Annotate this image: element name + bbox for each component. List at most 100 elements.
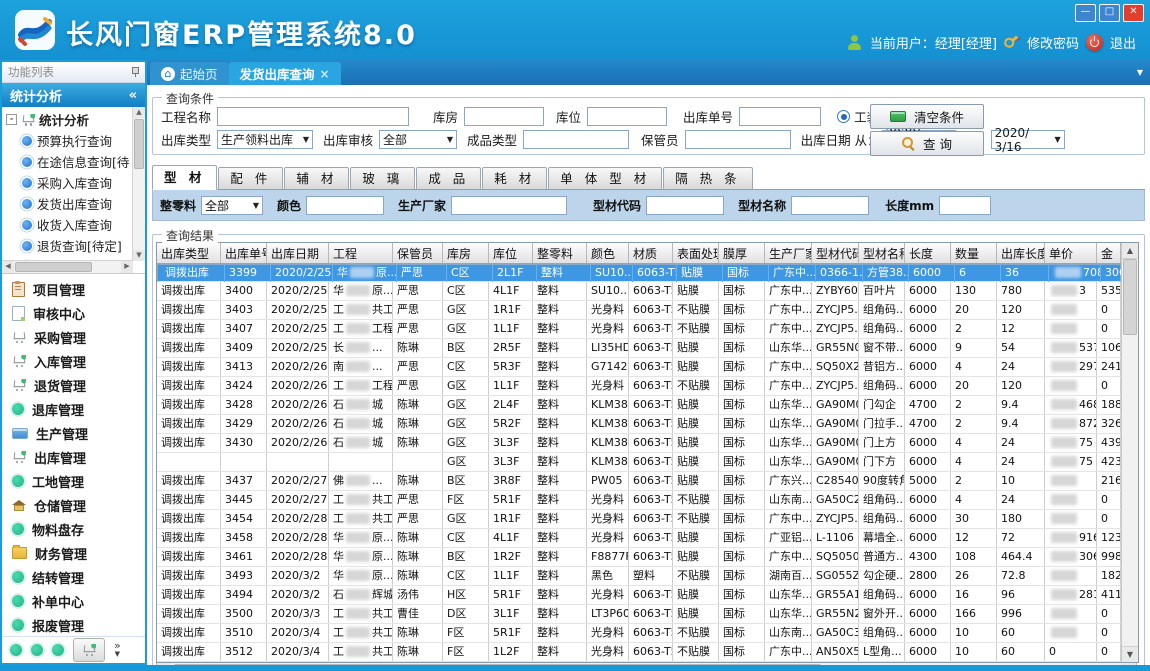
keeper-input[interactable] <box>685 130 791 149</box>
column-header-库房[interactable]: 库房 <box>443 243 489 263</box>
clear-conditions-button[interactable]: 清空条件 <box>870 104 984 129</box>
column-header-膜厚[interactable]: 膜厚 <box>719 243 765 263</box>
profile-code-input[interactable] <box>646 196 724 215</box>
table-row[interactable]: 调拨出库34072020/2/25工工程严思G区1L1F整料光身料6063-T5… <box>157 320 1121 339</box>
table-row[interactable]: 调拨出库34092020/2/25长...陈琳B区2R5F整料LI35HD606… <box>157 339 1121 358</box>
column-header-出库类型[interactable]: 出库类型 <box>157 243 221 263</box>
table-row[interactable]: 调拨出库33992020/2/25华原...严思C区2L1F整料SU10...6… <box>157 264 1121 282</box>
minimize-button[interactable]: — <box>1075 4 1096 22</box>
material-tab-4[interactable]: 玻 璃 <box>350 167 415 189</box>
outbound-type-select[interactable]: 生产领料出库▼ <box>217 130 313 149</box>
column-header-长度[interactable]: 长度 <box>905 243 951 263</box>
column-header-生产厂家[interactable]: 生产厂家 <box>765 243 812 263</box>
pin-icon[interactable] <box>131 67 139 77</box>
zhengling-select[interactable]: 全部▼ <box>201 196 263 215</box>
table-row[interactable]: 调拨出库34372020/2/27佛...陈琳B区3R8F整料PW056063-… <box>157 472 1121 491</box>
material-tab-7[interactable]: 单 体 型 材 <box>548 167 662 189</box>
green-dot-icon[interactable] <box>31 644 43 656</box>
material-tab-6[interactable]: 耗 材 <box>482 167 547 189</box>
profile-name-input[interactable] <box>791 196 869 215</box>
table-row[interactable]: 调拨出库35122020/3/4工共工程陈琳F区1L2F整料光身料6063-T5… <box>157 643 1121 662</box>
overflow-chevron[interactable]: »▼ <box>114 642 121 658</box>
green-dot-icon[interactable] <box>10 644 22 656</box>
outbound-audit-select[interactable]: 全部▼ <box>379 130 457 149</box>
table-row[interactable]: 调拨出库34132020/2/26南...严思C区5R3F整料G71422606… <box>157 358 1121 377</box>
sidebar-item-结转管理[interactable]: 结转管理 <box>2 565 145 589</box>
section-header[interactable]: 统计分析 « <box>2 83 145 107</box>
column-header-出库长度[interactable]: 出库长度 <box>997 243 1045 263</box>
change-password-button[interactable]: 修改密码 <box>1027 33 1079 52</box>
scrollbar-thumb[interactable] <box>1123 259 1137 335</box>
scroll-up-icon[interactable]: ▲ <box>1122 243 1138 259</box>
material-tab-1[interactable]: 型 材 <box>152 165 217 190</box>
table-row[interactable]: 调拨出库34292020/2/26石城陈琳G区5R2F整料KLM38176063… <box>157 415 1121 434</box>
green-dot-icon[interactable] <box>52 644 64 656</box>
column-header-出库单号[interactable]: 出库单号 <box>221 243 267 263</box>
sidebar-item-审核中心[interactable]: 审核中心 <box>2 301 145 325</box>
length-input[interactable] <box>939 196 991 215</box>
table-row[interactable]: 调拨出库34582020/2/28华原...陈琳C区4L1F整料光身料6063-… <box>157 529 1121 548</box>
tab-list-caret-icon[interactable]: ▼ <box>1137 68 1143 77</box>
color-input[interactable] <box>306 196 384 215</box>
scrollbar-thumb[interactable] <box>134 119 144 169</box>
table-row[interactable]: 调拨出库34242020/2/26工工程严思G区1L1F整料光身料6063-T5… <box>157 377 1121 396</box>
scroll-down-icon[interactable]: ▼ <box>1122 646 1138 662</box>
sidebar-item-入库管理[interactable]: 入库管理 <box>2 349 145 373</box>
sidebar-item-工地管理[interactable]: 工地管理 <box>2 469 145 493</box>
material-tab-5[interactable]: 成 品 <box>416 167 481 189</box>
column-header-库位[interactable]: 库位 <box>489 243 533 263</box>
material-tab-3[interactable]: 辅 材 <box>284 167 349 189</box>
column-header-单价[interactable]: 单价 <box>1045 243 1097 263</box>
scrollbar-track[interactable] <box>14 261 121 273</box>
tree-root[interactable]: - 统计分析 <box>4 109 132 130</box>
column-header-材质[interactable]: 材质 <box>629 243 673 263</box>
tree-vertical-scrollbar[interactable]: ▲ ▼ <box>132 107 145 261</box>
column-header-颜色[interactable]: 颜色 <box>587 243 629 263</box>
table-row[interactable]: G区3L3F整料KLM38176063-T5贴膜国标山东华...GA90M09.… <box>157 453 1121 472</box>
material-tab-2[interactable]: 配 件 <box>218 167 283 189</box>
table-row[interactable]: 调拨出库34302020/2/26石城陈琳G区3L3F整料KLM38176063… <box>157 434 1121 453</box>
sidebar-item-退库管理[interactable]: 退库管理 <box>2 397 145 421</box>
sidebar-item-仓储管理[interactable]: 仓储管理 <box>2 493 145 517</box>
sidebar-item-采购管理[interactable]: 采购管理 <box>2 325 145 349</box>
table-row[interactable]: 调拨出库34542020/2/28工共工程严思G区1R1F整料光身料6063-T… <box>157 510 1121 529</box>
date-to-picker[interactable]: 2020/ 3/16▼ <box>991 130 1065 149</box>
product-type-input[interactable] <box>523 130 629 149</box>
scroll-left-icon[interactable]: ◀ <box>2 261 14 273</box>
table-row[interactable]: 调拨出库35102020/3/4工共工程陈琳F区5R1F整料光身料6063-T5… <box>157 624 1121 643</box>
tree-item[interactable]: 采购入库查询 <box>4 172 132 193</box>
table-row[interactable]: 调拨出库34612020/2/28华原...陈琳B区1R2F整料F8877FT6… <box>157 548 1121 567</box>
column-header-金[interactable]: 金 <box>1097 243 1121 263</box>
column-header-型材代码[interactable]: 型材代码 <box>812 243 859 263</box>
sidebar-item-财务管理[interactable]: 财务管理 <box>2 541 145 565</box>
column-header-型材名称[interactable]: 型材名称 <box>859 243 905 263</box>
tab-home[interactable]: ⌂ 起始页 <box>150 62 229 85</box>
table-row[interactable]: 调拨出库34002020/2/25华原...严思C区4L1F整料SU10...6… <box>157 282 1121 301</box>
table-row[interactable]: 调拨出库34942020/3/2石辉城汤伟H区5R1F整料光身料6063-T5贴… <box>157 586 1121 605</box>
sidebar-item-退货管理[interactable]: 退货管理 <box>2 373 145 397</box>
tree-item[interactable]: 发货出库查询 <box>4 193 132 214</box>
column-header-保管员[interactable]: 保管员 <box>393 243 443 263</box>
table-row[interactable]: 调拨出库34932020/3/2华原...陈琳C区1L1F整料黑色塑料不贴膜国标… <box>157 567 1121 586</box>
tab-close-icon[interactable]: × <box>320 67 330 81</box>
table-row[interactable]: 调拨出库35002020/3/3工共工程曹佳D区3L1F整料LT3P606063… <box>157 605 1121 624</box>
table-row[interactable]: 调拨出库34032020/2/25工共工程严思G区1R1F整料光身料6063-T… <box>157 301 1121 320</box>
material-tab-8[interactable]: 隔 热 条 <box>663 167 752 189</box>
column-header-工程[interactable]: 工程 <box>329 243 393 263</box>
sidebar-item-补单中心[interactable]: 补单中心 <box>2 589 145 613</box>
manufacturer-input[interactable] <box>451 196 567 215</box>
tree-item[interactable]: 在途信息查询[待 <box>4 151 132 172</box>
column-header-数量[interactable]: 数量 <box>951 243 997 263</box>
column-header-出库日期[interactable]: 出库日期 <box>267 243 329 263</box>
tree-item[interactable]: 预算执行查询 <box>4 130 132 151</box>
grid-vertical-scrollbar[interactable]: ▲ ▼ <box>1121 243 1138 662</box>
sidebar-item-出库管理[interactable]: 出库管理 <box>2 445 145 469</box>
scroll-right-icon[interactable]: ▶ <box>121 261 133 273</box>
scrollbar-thumb[interactable] <box>15 262 92 272</box>
sidebar-item-物料盘存[interactable]: 物料盘存 <box>2 517 145 541</box>
tree-horizontal-scrollbar[interactable]: ◀ ▶ <box>2 260 133 273</box>
cart-shortcut-button[interactable] <box>73 638 105 662</box>
column-header-整零料[interactable]: 整零料 <box>533 243 587 263</box>
maximize-button[interactable]: □ <box>1099 4 1120 22</box>
sidebar-item-报废管理[interactable]: 报废管理 <box>2 613 145 636</box>
